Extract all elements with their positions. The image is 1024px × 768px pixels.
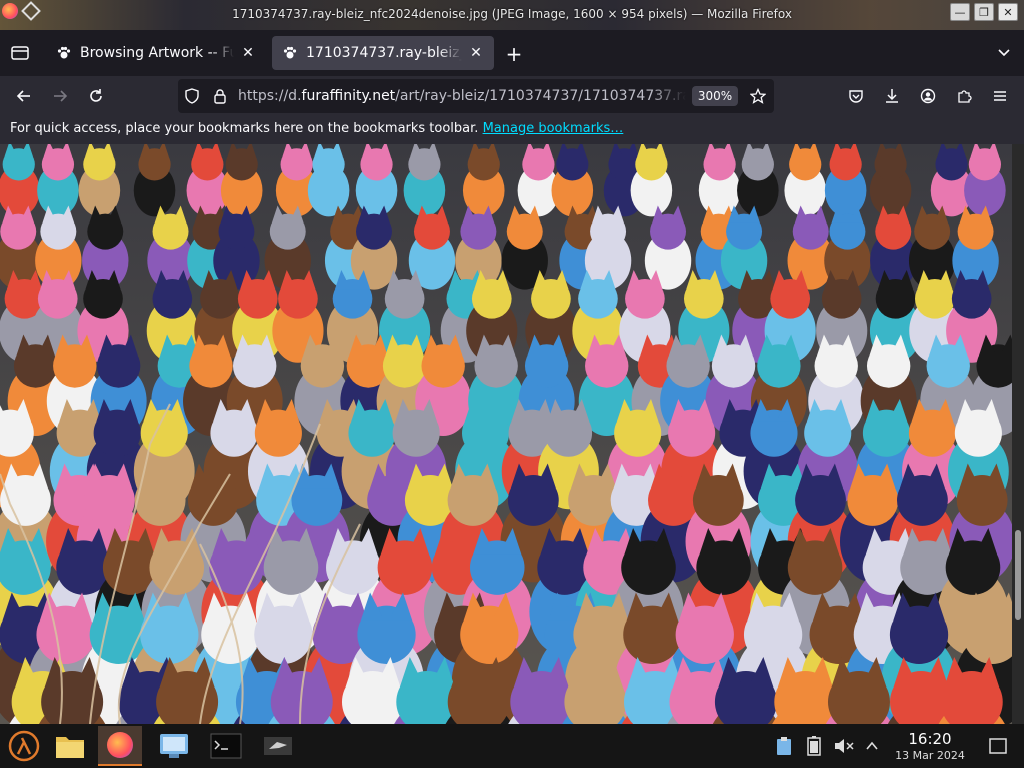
maximize-button[interactable]: ❐ (974, 3, 994, 21)
tab-label: 1710374737.ray-bleiz_nfc2024denoise.jpg (306, 45, 462, 61)
clipboard-icon (777, 737, 791, 755)
close-tab-icon[interactable]: ✕ (468, 45, 484, 61)
tab-label: Browsing Artwork -- Fur Affinity (80, 45, 234, 61)
tab-list-icon (11, 46, 29, 60)
screenshot-tool-launcher[interactable] (256, 726, 300, 766)
terminal-icon (210, 733, 242, 759)
close-tab-icon[interactable]: ✕ (240, 45, 256, 61)
system-settings-launcher[interactable] (152, 726, 196, 766)
forward-arrow-icon (54, 90, 68, 102)
navigation-toolbar: https://d.furaffinity.net/art/ray-bleiz/… (0, 76, 1024, 116)
file-manager-launcher[interactable] (48, 726, 92, 766)
url-prefix: https://d. (238, 88, 302, 104)
taskbar: 16:20 13 Mar 2024 (0, 724, 1024, 768)
url-bar[interactable]: https://d.furaffinity.net/art/ray-bleiz/… (178, 79, 774, 113)
pocket-icon (849, 90, 863, 103)
new-tab-button[interactable]: + (502, 42, 526, 66)
window-title: 1710374737.ray-bleiz_nfc2024denoise.jpg … (232, 7, 792, 21)
scrollbar-thumb[interactable] (1015, 530, 1021, 620)
extensions-button[interactable] (952, 84, 976, 108)
bookmarks-hint: For quick access, place your bookmarks h… (10, 121, 483, 136)
chevron-up-icon (866, 741, 878, 750)
tab-image[interactable]: 1710374737.ray-bleiz_nfc2024denoise.jpg … (272, 36, 494, 70)
vertical-scrollbar[interactable] (1012, 144, 1024, 724)
bookmark-star-icon[interactable] (750, 88, 766, 104)
monitor-settings-icon (160, 734, 188, 758)
image-viewport[interactable] (0, 144, 1024, 724)
firefox-taskbar-button[interactable] (98, 726, 142, 766)
url-text[interactable]: https://d.furaffinity.net/art/ray-bleiz/… (238, 88, 686, 104)
folder-icon (56, 737, 84, 758)
shield-icon[interactable] (184, 88, 200, 104)
firefox-icon (107, 732, 133, 758)
reload-button[interactable] (84, 84, 108, 108)
half-life-lambda-icon (8, 730, 40, 762)
reload-icon (90, 89, 102, 102)
close-window-button[interactable]: ✕ (998, 3, 1018, 21)
show-desktop-button[interactable] (988, 736, 1008, 756)
tab-bar: Browsing Artwork -- Fur Affinity ✕ 17103… (0, 30, 1024, 76)
battery-icon (807, 736, 821, 756)
hamburger-menu-icon (994, 91, 1006, 101)
terminal-launcher[interactable] (204, 726, 248, 766)
bird-icon (264, 737, 292, 755)
desktop-icon (989, 738, 1007, 754)
download-icon (886, 89, 898, 103)
puzzle-icon (958, 90, 972, 103)
paw-icon (57, 46, 71, 59)
account-button[interactable] (916, 84, 940, 108)
back-arrow-icon (16, 90, 30, 102)
downloads-button[interactable] (880, 84, 904, 108)
volume-muted-icon (835, 739, 854, 753)
url-path: /art/ray-bleiz/1710374737/1710374737.ray… (395, 88, 686, 104)
back-button[interactable] (12, 84, 36, 108)
lock-icon[interactable] (212, 88, 228, 104)
tab-list-button[interactable] (8, 42, 32, 64)
clock-date: 13 Mar 2024 (895, 749, 965, 762)
group-photo (0, 144, 1024, 724)
minimize-button[interactable]: — (950, 3, 970, 21)
paw-icon (283, 46, 297, 59)
tab-browsing-artwork[interactable]: Browsing Artwork -- Fur Affinity ✕ (46, 36, 266, 70)
battery-tray-icon[interactable] (804, 736, 824, 756)
taskbar-clock[interactable]: 16:20 13 Mar 2024 (888, 730, 972, 762)
volume-tray-icon[interactable] (834, 736, 854, 756)
account-icon (920, 88, 936, 104)
clock-time: 16:20 (908, 730, 952, 748)
window-titlebar: 1710374737.ray-bleiz_nfc2024denoise.jpg … (0, 0, 1024, 30)
window-controls: — ❐ ✕ (950, 3, 1018, 21)
tray-expand-button[interactable] (862, 736, 882, 756)
bookmarks-toolbar: For quick access, place your bookmarks h… (0, 116, 1024, 144)
url-host: furaffinity.net (301, 88, 396, 104)
clipboard-tray-icon[interactable] (774, 736, 794, 756)
zoom-level-badge[interactable]: 300% (692, 86, 738, 106)
start-menu-button[interactable] (2, 726, 46, 766)
manage-bookmarks-link[interactable]: Manage bookmarks… (483, 121, 624, 136)
forward-button[interactable] (48, 84, 72, 108)
pocket-button[interactable] (844, 84, 868, 108)
chevron-down-icon[interactable] (996, 44, 1012, 60)
app-menu-button[interactable] (988, 84, 1012, 108)
